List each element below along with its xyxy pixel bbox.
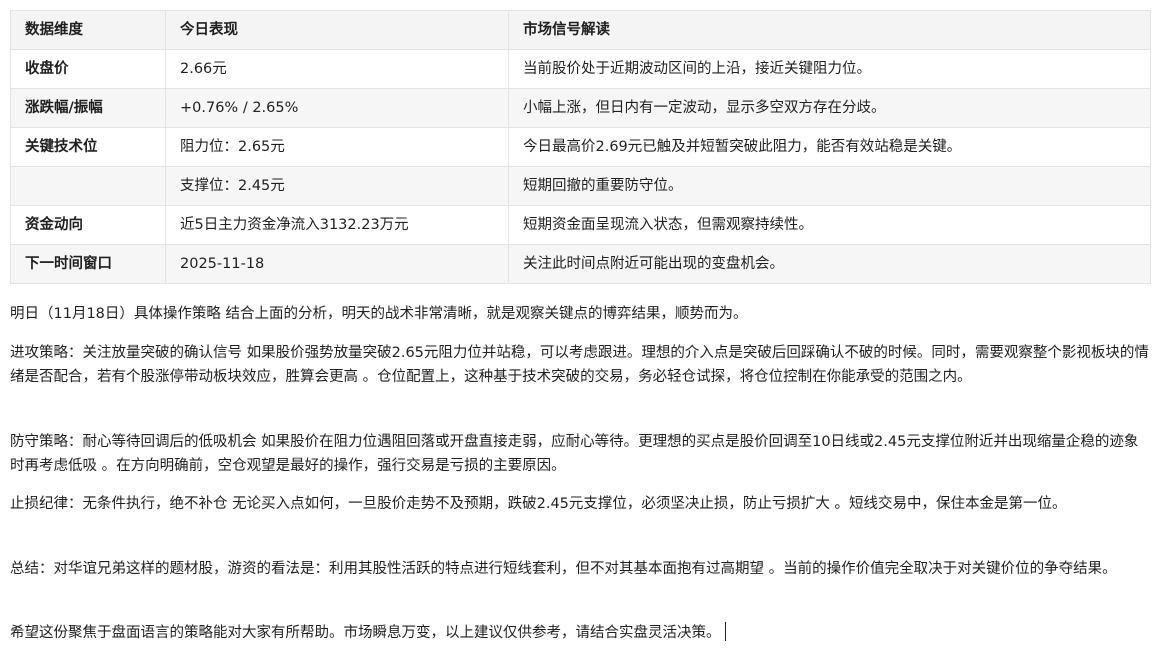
table-row: 下一时间窗口 2025-11-18 关注此时间点附近可能出现的变盘机会。: [10, 244, 1151, 284]
table-row: 资金动向 近5日主力资金净流入3132.23万元 短期资金面呈现流入状态，但需观…: [10, 205, 1151, 245]
cell-performance: 近5日主力资金净流入3132.23万元: [165, 205, 509, 245]
paragraph-closing: 希望这份聚焦于盘面语言的策略能对大家有所帮助。市场瞬息万变，以上建议仅供参考，请…: [10, 621, 1152, 645]
table-row: 支撑位：2.45元 短期回撤的重要防守位。: [10, 166, 1151, 206]
cell-interpretation: 关注此时间点附近可能出现的变盘机会。: [508, 244, 1151, 284]
paragraph-stop-loss: 止损纪律：无条件执行，绝不补仓 无论买入点如何，一旦股价走势不及预期，跌破2.4…: [10, 496, 1067, 512]
table-row: 涨跌幅/振幅 +0.76% / 2.65% 小幅上涨，但日内有一定波动，显示多空…: [10, 88, 1151, 128]
cell-performance: +0.76% / 2.65%: [165, 88, 509, 128]
cell-interpretation: 短期回撤的重要防守位。: [508, 166, 1151, 206]
table-row: 关键技术位 阻力位：2.65元 今日最高价2.69元已触及并短暂突破此阻力，能否…: [10, 127, 1151, 167]
market-data-table: 数据维度 今日表现 市场信号解读 收盘价 2.66元 当前股价处于近期波动区间的…: [10, 10, 1151, 284]
cell-interpretation: 今日最高价2.69元已触及并短暂突破此阻力，能否有效站稳是关键。: [508, 127, 1151, 167]
cell-performance: 阻力位：2.65元: [165, 127, 509, 167]
cell-performance: 支撑位：2.45元: [165, 166, 509, 206]
cell-dimension: [10, 166, 166, 206]
table-row: 收盘价 2.66元 当前股价处于近期波动区间的上沿，接近关键阻力位。: [10, 49, 1151, 89]
header-dimension: 数据维度: [10, 10, 166, 50]
closing-text: 希望这份聚焦于盘面语言的策略能对大家有所帮助。市场瞬息万变，以上建议仅供参考，请…: [10, 625, 721, 641]
cell-interpretation: 小幅上涨，但日内有一定波动，显示多空双方存在分歧。: [508, 88, 1151, 128]
cell-dimension: 关键技术位: [10, 127, 166, 167]
table-header-row: 数据维度 今日表现 市场信号解读: [10, 10, 1151, 50]
header-performance: 今日表现: [165, 10, 509, 50]
cell-dimension: 收盘价: [10, 49, 166, 89]
cell-interpretation: 短期资金面呈现流入状态，但需观察持续性。: [508, 205, 1151, 245]
text-cursor: [724, 622, 726, 641]
paragraph-attack-strategy: 进攻策略：关注放量突破的确认信号 如果股价强势放量突破2.65元阻力位并站稳，可…: [10, 345, 1149, 385]
cell-dimension: 下一时间窗口: [10, 244, 166, 284]
cell-interpretation: 当前股价处于近期波动区间的上沿，接近关键阻力位。: [508, 49, 1151, 89]
header-interpretation: 市场信号解读: [508, 10, 1151, 50]
page: 数据维度 今日表现 市场信号解读 收盘价 2.66元 当前股价处于近期波动区间的…: [0, 0, 1160, 661]
paragraph-defense-strategy: 防守策略：耐心等待回调后的低吸机会 如果股价在阻力位遇阻回落或开盘直接走弱，应耐…: [10, 434, 1139, 474]
cell-dimension: 涨跌幅/振幅: [10, 88, 166, 128]
paragraph-summary: 总结：对华谊兄弟这样的题材股，游资的看法是：利用其股性活跃的特点进行短线套利，但…: [10, 561, 1117, 577]
paragraph-intro: 明日（11月18日）具体操作策略 结合上面的分析，明天的战术非常清晰，就是观察关…: [10, 306, 748, 322]
cell-dimension: 资金动向: [10, 205, 166, 245]
cell-performance: 2.66元: [165, 49, 509, 89]
cell-performance: 2025-11-18: [165, 244, 509, 284]
